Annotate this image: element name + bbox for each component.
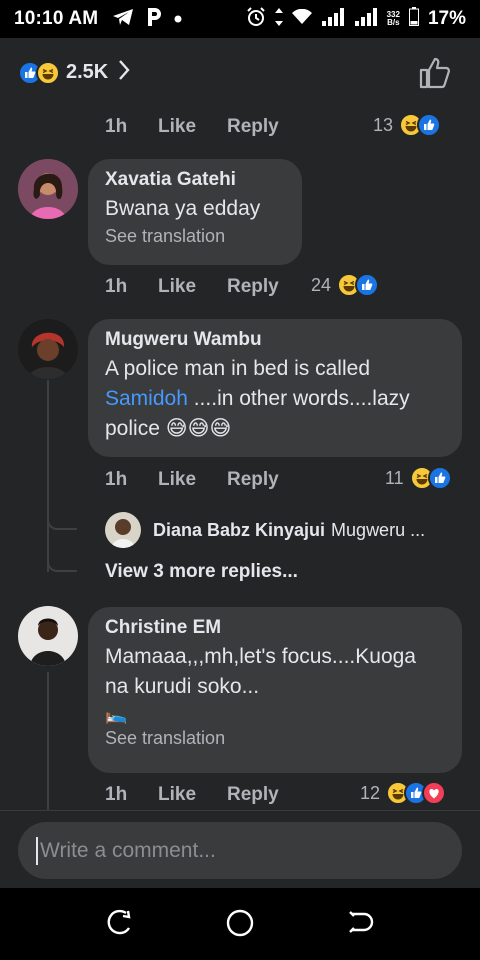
text-caret (36, 836, 38, 865)
status-bar: 10:10 AM 332 B/s 17% (0, 0, 480, 38)
avatar[interactable] (105, 512, 141, 548)
thread-line (47, 380, 49, 572)
dot-icon (174, 10, 182, 28)
comment-text-part: A police man in bed is called (105, 357, 370, 380)
thread-connector (47, 510, 77, 530)
comment-emoji: 🛌 (105, 704, 128, 724)
telegram-icon (112, 8, 134, 31)
reaction-count: 11 (385, 467, 404, 488)
reaction-summary[interactable]: 2.5K (18, 59, 130, 86)
mention-link[interactable]: Samidoh (105, 387, 188, 410)
see-translation-link[interactable]: See translation (105, 226, 285, 247)
avatar[interactable] (18, 606, 78, 666)
comment-text: Mamaaa,,,mh,let's focus....Kuoga na kuru… (105, 645, 416, 698)
reply-author[interactable]: Diana Babz Kinyajui (153, 520, 325, 541)
haha-reaction-icon (36, 60, 60, 85)
like-reaction-icon (417, 113, 442, 137)
like-link[interactable]: Like (158, 276, 227, 298)
battery-icon (408, 7, 419, 31)
comment-bubble[interactable]: Mugweru Wambu A police man in bed is cal… (88, 319, 462, 457)
comment-actions: 1h Like Reply (105, 784, 279, 806)
home-button[interactable] (225, 908, 255, 943)
reaction-count: 12 (360, 782, 381, 803)
battery-percent: 17% (427, 8, 466, 29)
avatar[interactable] (18, 159, 78, 219)
comment-reactions[interactable]: 24 (311, 273, 380, 297)
alarm-icon (246, 6, 266, 32)
network-speed: 332 B/s (387, 11, 400, 27)
comment-actions: 1h Like Reply (105, 116, 279, 138)
like-link[interactable]: Like (158, 469, 227, 491)
comment-author[interactable]: Christine EM (105, 617, 445, 639)
comment-bubble[interactable]: Christine EM Mamaaa,,,mh,let's focus....… (88, 607, 462, 773)
p-app-icon (146, 7, 162, 32)
reply-snippet: Mugweru ... (331, 519, 426, 540)
view-more-replies-link[interactable]: View 3 more replies... (105, 561, 298, 583)
recent-apps-button[interactable] (106, 908, 134, 941)
comment-composer-bar: Write a comment... (0, 810, 480, 888)
signal-icon-2 (354, 7, 378, 31)
reactions-header: 2.5K (0, 38, 480, 108)
comment-time: 1h (105, 784, 128, 805)
comment-actions: 1h Like Reply (105, 469, 279, 491)
comment-actions: 1h Like Reply (105, 276, 279, 298)
see-translation-link[interactable]: See translation (105, 728, 445, 749)
reply-preview[interactable]: Diana Babz Kinyajui Mugweru ... (105, 512, 425, 548)
status-time: 10:10 AM (14, 8, 99, 29)
comment-text: Bwana ya edday (105, 197, 261, 220)
reply-link[interactable]: Reply (227, 469, 279, 491)
reply-link[interactable]: Reply (227, 116, 279, 138)
like-post-button[interactable] (418, 56, 452, 95)
android-nav-bar (0, 888, 480, 960)
comment-bubble[interactable]: Xavatia Gatehi Bwana ya edday See transl… (88, 159, 302, 265)
thread-connector (47, 552, 77, 572)
like-reaction-icon (355, 273, 380, 297)
comment-author[interactable]: Mugweru Wambu (105, 329, 445, 351)
like-link[interactable]: Like (158, 116, 227, 138)
network-speed-unit: B/s (387, 18, 400, 27)
reply-link[interactable]: Reply (227, 276, 279, 298)
comment-author[interactable]: Xavatia Gatehi (105, 169, 285, 191)
thread-line (47, 672, 49, 812)
reaction-total: 2.5K (66, 61, 109, 83)
wifi-icon (291, 8, 312, 30)
reaction-count: 13 (373, 114, 394, 135)
back-button[interactable] (346, 908, 374, 941)
comment-reactions[interactable]: 12 (360, 781, 447, 805)
comment-reactions[interactable]: 11 (385, 466, 452, 490)
signal-icon (321, 7, 345, 31)
comment-time: 1h (105, 116, 128, 137)
like-reaction-icon (427, 466, 452, 490)
comment-input[interactable]: Write a comment... (18, 822, 462, 879)
reply-link[interactable]: Reply (227, 784, 279, 806)
comment-time: 1h (105, 276, 128, 297)
data-arrows-icon (274, 7, 283, 31)
like-link[interactable]: Like (158, 784, 227, 806)
avatar[interactable] (18, 319, 78, 379)
comment-input-placeholder: Write a comment... (40, 838, 216, 862)
love-reaction-icon (422, 781, 447, 805)
reaction-count: 24 (311, 274, 332, 295)
comment-text: A police man in bed is called Samidoh ..… (105, 354, 445, 444)
comment-time: 1h (105, 469, 128, 490)
comment-reactions[interactable]: 13 (373, 113, 442, 137)
chevron-right-icon (118, 59, 130, 86)
